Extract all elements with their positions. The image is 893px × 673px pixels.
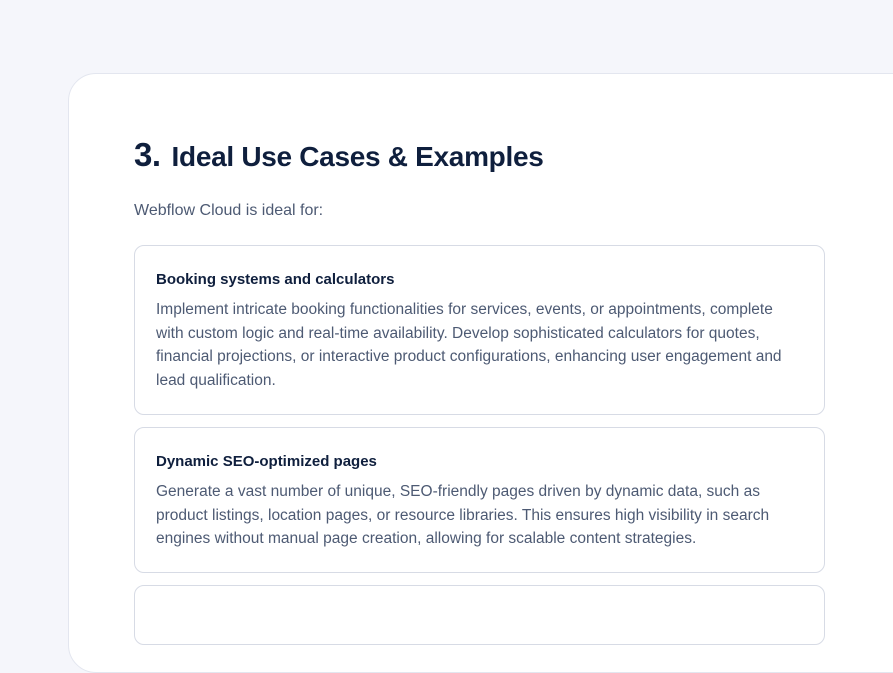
use-case-card-seo: Dynamic SEO-optimized pages Generate a v…	[134, 427, 825, 573]
section-intro: Webflow Cloud is ideal for:	[134, 202, 324, 219]
use-case-card-partial	[134, 585, 825, 645]
use-case-description: Generate a vast number of unique, SEO-fr…	[156, 483, 770, 547]
use-case-title: Booking systems and calculators	[156, 271, 395, 288]
section-heading: 3. Ideal Use Cases & Examples	[134, 136, 544, 174]
use-case-description: Implement intricate booking functionalit…	[156, 301, 782, 389]
section-number: 3.	[134, 136, 161, 173]
section-title: Ideal Use Cases & Examples	[171, 141, 544, 172]
use-case-title: Dynamic SEO-optimized pages	[156, 453, 377, 470]
use-case-card-booking: Booking systems and calculators Implemen…	[134, 245, 825, 415]
